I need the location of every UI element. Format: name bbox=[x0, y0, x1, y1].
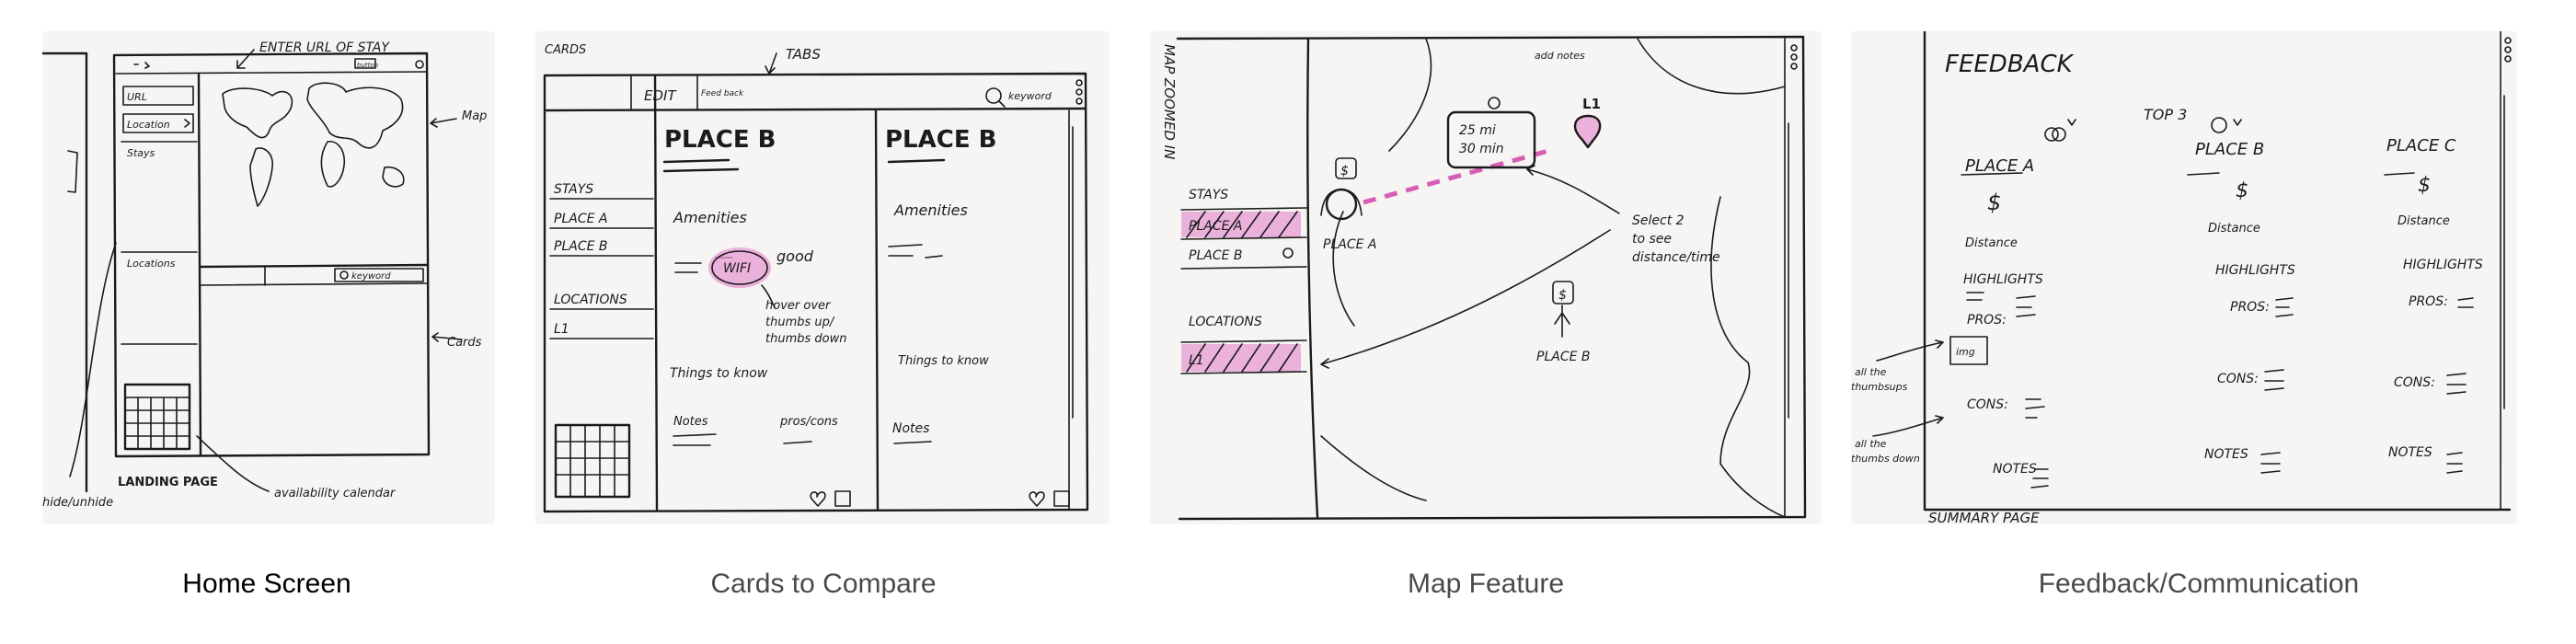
map-drawing bbox=[1176, 35, 1807, 521]
place-a-highlight bbox=[1181, 212, 1301, 237]
home-screen-sketch: ENTER URL OF STAY URL Location Stays Loc… bbox=[42, 31, 495, 524]
caption-map-feature: Map Feature bbox=[1407, 569, 1565, 599]
feedback-drawing bbox=[1872, 31, 2512, 512]
cards-compare-sketch: CARDS TABS EDIT Feed back keyword STAYS … bbox=[535, 31, 1110, 524]
map-sidebar-divider bbox=[1306, 37, 1319, 519]
image-placeholder bbox=[1949, 336, 1988, 365]
l1-highlight bbox=[1181, 344, 1301, 372]
heart-icon bbox=[810, 491, 826, 507]
world-map-sketch bbox=[222, 82, 405, 207]
storyboard-strip: ENTER URL OF STAY URL Location Stays Loc… bbox=[0, 0, 2576, 644]
feedback-window-frame bbox=[1923, 31, 2512, 512]
add-icon bbox=[1488, 97, 1501, 109]
trash-icon bbox=[834, 490, 851, 507]
url-field-sketch bbox=[122, 86, 194, 106]
trash-icon-2 bbox=[1053, 490, 1070, 507]
distance-line bbox=[1363, 146, 1556, 205]
place-b-marker bbox=[1552, 281, 1574, 305]
home-screen-drawing bbox=[42, 49, 463, 493]
heart-icon-2 bbox=[1029, 491, 1045, 507]
tabs-sketch bbox=[630, 75, 698, 111]
feedback-sketch: FEEDBACK TOP 3 PLACE A PLACE B PLACE C $… bbox=[1851, 31, 2517, 524]
cards-window-frame bbox=[543, 72, 1089, 513]
card-divider bbox=[874, 109, 880, 512]
caption-cards-compare: Cards to Compare bbox=[710, 569, 937, 599]
location-field-sketch bbox=[122, 113, 194, 133]
cards-sidebar-divider bbox=[653, 74, 659, 512]
home-sidebar-divider bbox=[197, 72, 202, 456]
caption-feedback: Feedback/Communication bbox=[2038, 569, 2360, 599]
calendar-sketch bbox=[123, 383, 191, 451]
eye-icon bbox=[1282, 247, 1294, 259]
partial-window-left bbox=[42, 52, 88, 493]
cards-drawing bbox=[543, 52, 1089, 513]
caption-home-screen: Home Screen bbox=[182, 569, 351, 599]
map-feature-sketch: MAP ZOOMED IN STAYS PLACE A PLACE B LOCA… bbox=[1150, 31, 1822, 524]
calendar-sketch bbox=[554, 423, 631, 499]
